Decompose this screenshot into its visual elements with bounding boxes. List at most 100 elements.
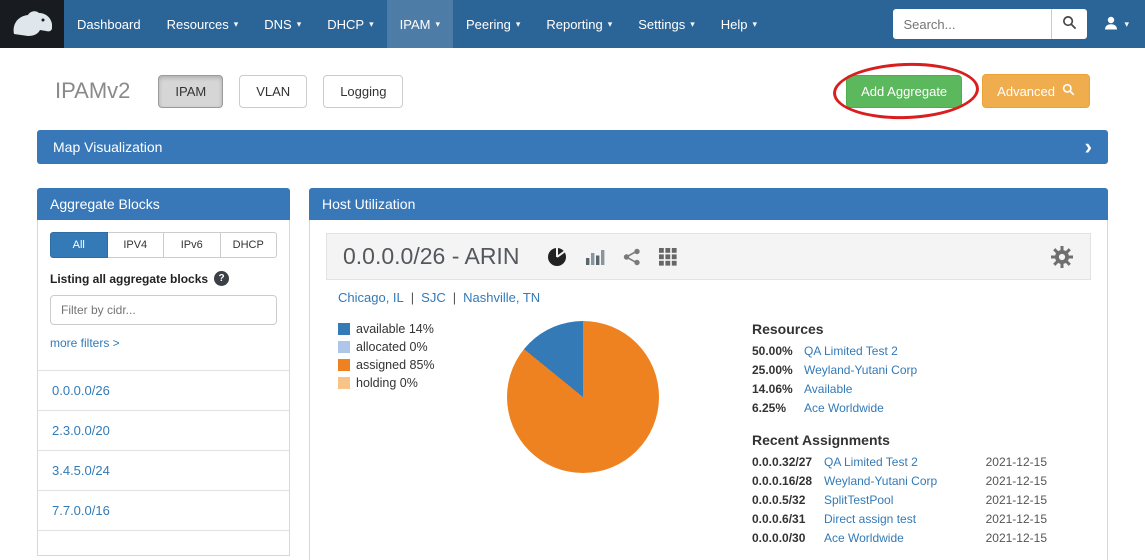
assignment-link[interactable]: Ace Worldwide [824,531,986,546]
host-utilization-header: Host Utilization [309,188,1108,220]
assignment-link[interactable]: SplitTestPool [824,493,986,508]
nav-item-reporting[interactable]: Reporting▾ [533,0,625,48]
caret-down-icon: ▾ [369,19,374,30]
list-item[interactable]: 3.4.5.0/24 [38,450,289,490]
legend-swatch [338,341,350,353]
gear-icon[interactable] [1050,245,1074,269]
pie-chart-icon[interactable] [547,247,567,267]
search-input[interactable] [893,9,1051,39]
location-links: Chicago, IL|SJC|Nashville, TN [338,290,1091,305]
assignment-row: 0.0.0.32/27QA Limited Test 22021-12-15 [752,455,1047,470]
more-filters-link[interactable]: more filters > [50,336,120,350]
resource-link[interactable]: Available [804,382,852,397]
separator: | [411,290,414,305]
advanced-label: Advanced [997,84,1055,99]
assignment-row: 0.0.0.5/32SplitTestPool2021-12-15 [752,493,1047,508]
legend-label: assigned 85% [356,357,435,373]
aggregate-blocks-panel: Aggregate Blocks All IPV4 IPv6 DHCP List… [37,188,290,556]
search-button[interactable] [1051,9,1087,39]
assignment-row: 0.0.0.0/30Ace Worldwide2021-12-15 [752,531,1047,546]
filter-tab-ipv4[interactable]: IPV4 [108,232,165,258]
location-link[interactable]: Chicago, IL [338,290,404,305]
host-utilization-panel: Host Utilization 0.0.0.0/26 - ARIN [309,188,1108,560]
map-visualization-title: Map Visualization [53,139,162,155]
caret-down-icon: ▾ [234,19,239,30]
global-search [893,0,1087,48]
tab-ipam[interactable]: IPAM [158,75,223,108]
user-icon [1103,15,1119,34]
app-logo[interactable] [0,0,64,48]
share-icon[interactable] [623,248,641,266]
assignment-date: 2021-12-15 [986,493,1047,508]
aggregate-blocks-body: All IPV4 IPv6 DHCP Listing all aggregate… [37,220,290,556]
nav-item-peering[interactable]: Peering ▾ [453,0,533,48]
listing-label: Listing all aggregate blocks [50,272,208,286]
list-item[interactable]: 2.3.0.0/20 [38,410,289,450]
top-navbar: Dashboard Resources ▾ DNS ▾ DHCP▾ IPAM▾ Pe… [0,0,1145,48]
nav-item-ipam[interactable]: IPAM▾ [387,0,453,48]
legend-label: allocated 0% [356,339,428,355]
filter-tab-all[interactable]: All [50,232,108,258]
page-header: IPAMv2 IPAM VLAN Logging Add Aggregate A… [0,48,1145,130]
assignment-date: 2021-12-15 [986,474,1047,489]
caret-down-icon: ▾ [1124,19,1129,30]
resource-link[interactable]: Weyland-Yutani Corp [804,363,917,378]
assignment-link[interactable]: QA Limited Test 2 [824,455,986,470]
tab-logging[interactable]: Logging [323,75,403,108]
location-link[interactable]: SJC [421,290,446,305]
nav-label: Peering [466,17,511,32]
list-item[interactable]: 7.7.0.0/16 [38,490,289,530]
resource-percent: 25.00% [752,363,804,378]
caret-down-icon: ▾ [516,19,521,30]
resource-link[interactable]: QA Limited Test 2 [804,344,898,359]
legend-item: available 14% [338,321,480,337]
resource-row: 6.25%Ace Worldwide [752,401,1047,416]
assignment-cidr: 0.0.0.16/28 [752,474,824,489]
nav-item-dhcp[interactable]: DHCP▾ [314,0,386,48]
tab-vlan[interactable]: VLAN [239,75,307,108]
search-icon [1062,15,1077,33]
nav-item-dashboard[interactable]: Dashboard [64,0,154,48]
nav-item-settings[interactable]: Settings▾ [625,0,708,48]
cidr-filter-input[interactable] [50,295,277,325]
filter-tab-ipv6[interactable]: IPv6 [164,232,221,258]
pie-legend: available 14% allocated 0% assigned 85% … [338,321,480,393]
nav-item-dns[interactable]: DNS ▾ [251,0,314,48]
nav-item-resources[interactable]: Resources ▾ [154,0,252,48]
assignment-cidr: 0.0.0.5/32 [752,493,824,508]
caret-down-icon: ▾ [608,19,613,30]
resource-link[interactable]: Ace Worldwide [804,401,884,416]
bar-chart-icon[interactable] [585,248,605,266]
resource-row: 50.00%QA Limited Test 2 [752,344,1047,359]
resource-row: 14.06%Available [752,382,1047,397]
grid-view-icon[interactable] [659,248,677,266]
nav-label: Resources [167,17,229,32]
location-link[interactable]: Nashville, TN [463,290,540,305]
list-item[interactable]: 0.0.0.0/26 [38,370,289,410]
assignment-date: 2021-12-15 [986,512,1047,527]
legend-item: holding 0% [338,375,480,391]
assignment-cidr: 0.0.0.6/31 [752,512,824,527]
page-title: IPAMv2 [55,78,130,104]
help-icon[interactable]: ? [214,271,229,286]
nav-label: DNS [264,17,291,32]
advanced-button[interactable]: Advanced [982,74,1090,108]
nav-menu: Dashboard Resources ▾ DNS ▾ DHCP▾ IPAM▾ Pe… [64,0,770,48]
user-menu[interactable]: ▾ [1093,0,1145,48]
assignment-link[interactable]: Direct assign test [824,512,986,527]
assignment-date: 2021-12-15 [986,531,1047,546]
nav-item-help[interactable]: Help▾ [708,0,770,48]
caret-down-icon: ▾ [435,19,440,30]
pie-chart-area [480,321,686,473]
block-subheader: 0.0.0.0/26 - ARIN [326,233,1091,280]
resource-percent: 6.25% [752,401,804,416]
list-item[interactable] [38,530,289,555]
add-aggregate-button[interactable]: Add Aggregate [846,75,962,108]
assignment-link[interactable]: Weyland-Yutani Corp [824,474,986,489]
assignment-row: 0.0.0.16/28Weyland-Yutani Corp2021-12-15 [752,474,1047,489]
view-toggle-icons [547,247,677,267]
filter-tab-dhcp[interactable]: DHCP [221,232,278,258]
caret-down-icon: ▾ [297,19,302,30]
resource-percent: 14.06% [752,382,804,397]
map-visualization-bar[interactable]: Map Visualization › [37,130,1108,164]
